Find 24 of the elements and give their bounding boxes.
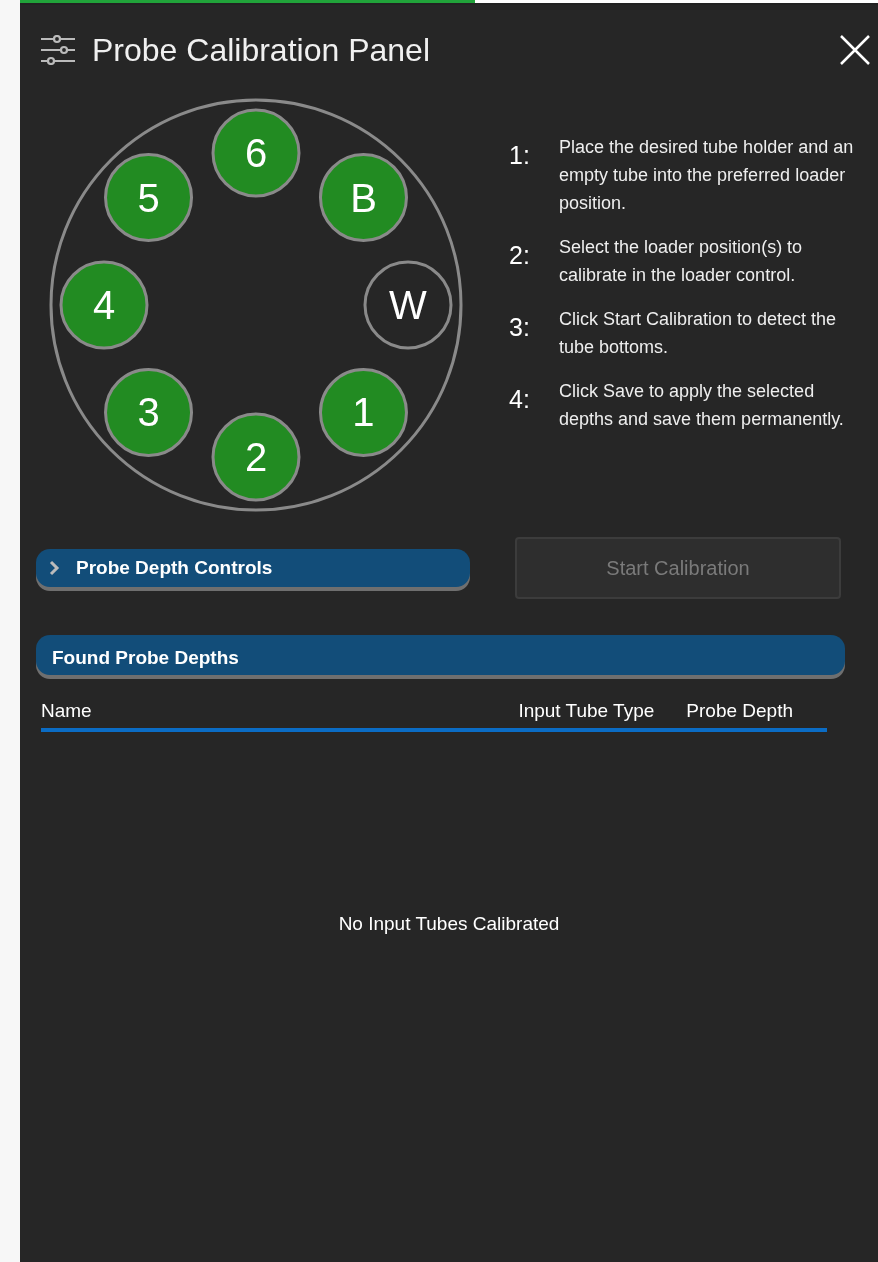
step-number: 4: [509, 384, 531, 415]
step-text: Place the desired tube holder and an empty tube into the preferred loader position. [559, 136, 854, 215]
loader-position-button[interactable]: 1 [319, 368, 408, 457]
loader-position-button[interactable]: B [319, 153, 408, 242]
sliders-icon [40, 35, 76, 65]
loader-position-button[interactable]: 4 [59, 260, 149, 350]
column-header: Name [41, 699, 93, 723]
column-header: Input Tube Type [518, 699, 655, 723]
window-title: Probe Calibration Panel [92, 31, 430, 70]
step-text: Click Start Calibration to detect the tube bottoms. [559, 308, 838, 359]
loader-position-button[interactable]: 5 [104, 153, 193, 242]
chevron-right-icon [48, 560, 60, 576]
close-button[interactable] [838, 33, 872, 67]
step-number: 1: [509, 140, 531, 171]
step-text: Select the loader position(s) to calibrate in the loader control. [559, 236, 804, 287]
empty-message: No Input Tubes Calibrated [338, 911, 560, 936]
loader-position-button[interactable]: 3 [104, 368, 193, 457]
step-text: Click Save to apply the selected depths and save them permanently. [559, 380, 845, 431]
step-number: 2: [509, 240, 531, 271]
loader-position-button[interactable]: 2 [211, 412, 301, 502]
column-header: Probe Depth [686, 699, 793, 723]
loader-position-button[interactable]: W [363, 260, 453, 350]
step-number: 3: [509, 312, 531, 343]
loader-position-button[interactable]: 6 [211, 108, 301, 198]
